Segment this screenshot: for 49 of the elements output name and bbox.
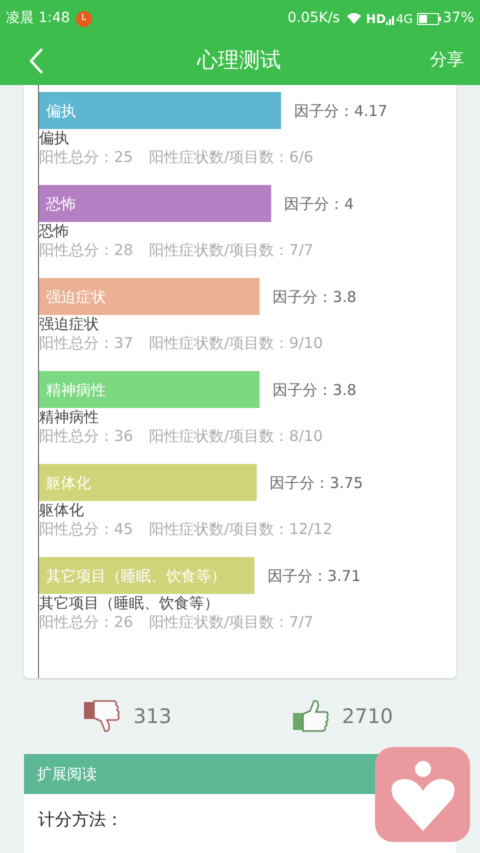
positive-total: 阳性总分：25 bbox=[39, 148, 134, 167]
bar-label: 其它项目（睡眠、饮食等） bbox=[46, 566, 226, 587]
notification-badge: L bbox=[76, 10, 92, 26]
network-type: 4G bbox=[396, 10, 413, 28]
like-count[interactable]: 2710 bbox=[342, 701, 393, 731]
bar-label: 躯体化 bbox=[46, 473, 91, 494]
factor-name: 躯体化 bbox=[39, 501, 85, 520]
thumbs-down-icon bbox=[83, 699, 122, 733]
network-speed: 0.05K/s bbox=[288, 9, 340, 28]
bar-label: 强迫症状 bbox=[46, 287, 106, 308]
wifi-icon bbox=[346, 12, 362, 25]
factor-name: 精神病性 bbox=[39, 408, 100, 427]
heart-person-icon bbox=[390, 758, 456, 830]
bar-label: 偏执 bbox=[46, 101, 76, 122]
symptom-count: 阳性症状数/项目数：7/7 bbox=[149, 241, 314, 260]
factor-score: 因子分：3.8 bbox=[272, 287, 356, 308]
factor-score: 因子分：3.75 bbox=[270, 473, 364, 494]
thumbs-up-icon bbox=[292, 699, 330, 733]
symptom-count: 阳性症状数/项目数：6/6 bbox=[149, 148, 314, 167]
positive-total: 阳性总分：28 bbox=[39, 241, 134, 260]
status-time: 凌晨 1:48 bbox=[6, 9, 70, 28]
battery-level: 37% bbox=[442, 9, 474, 28]
symptom-count: 阳性症状数/项目数：9/10 bbox=[149, 334, 323, 353]
dislike-count[interactable]: 313 bbox=[133, 701, 172, 731]
factor-name: 恐怖 bbox=[39, 222, 70, 241]
factor-score: 因子分：4.17 bbox=[294, 101, 388, 122]
factor-name: 其它项目（睡眠、饮食等） bbox=[39, 594, 220, 613]
share-button[interactable]: 分享 bbox=[430, 48, 464, 74]
page-title: 心理测试 bbox=[197, 47, 281, 74]
positive-total: 阳性总分：36 bbox=[39, 427, 134, 446]
symptom-count: 阳性症状数/项目数：8/10 bbox=[149, 427, 323, 446]
positive-total: 阳性总分：26 bbox=[39, 613, 134, 632]
factor-name: 强迫症状 bbox=[39, 315, 100, 334]
back-icon bbox=[28, 47, 44, 75]
symptom-count: 阳性症状数/项目数：12/12 bbox=[149, 520, 332, 539]
positive-total: 阳性总分：45 bbox=[39, 520, 134, 539]
network-label: HD bbox=[366, 10, 386, 28]
factor-score: 因子分：3.71 bbox=[267, 566, 361, 587]
factor-score: 因子分：4 bbox=[284, 194, 354, 215]
battery-icon bbox=[416, 12, 441, 24]
factor-name: 偏执 bbox=[39, 129, 70, 148]
app-float-button[interactable] bbox=[375, 747, 470, 842]
bar-label: 恐怖 bbox=[46, 194, 76, 215]
positive-total: 阳性总分：37 bbox=[39, 334, 134, 353]
symptom-count: 阳性症状数/项目数：7/7 bbox=[149, 613, 314, 632]
factor-score: 因子分：3.8 bbox=[272, 380, 356, 401]
section-title: 扩展阅读 bbox=[37, 764, 97, 785]
bar-label: 精神病性 bbox=[46, 380, 106, 401]
scoring-method-heading: 计分方法： bbox=[38, 810, 123, 830]
